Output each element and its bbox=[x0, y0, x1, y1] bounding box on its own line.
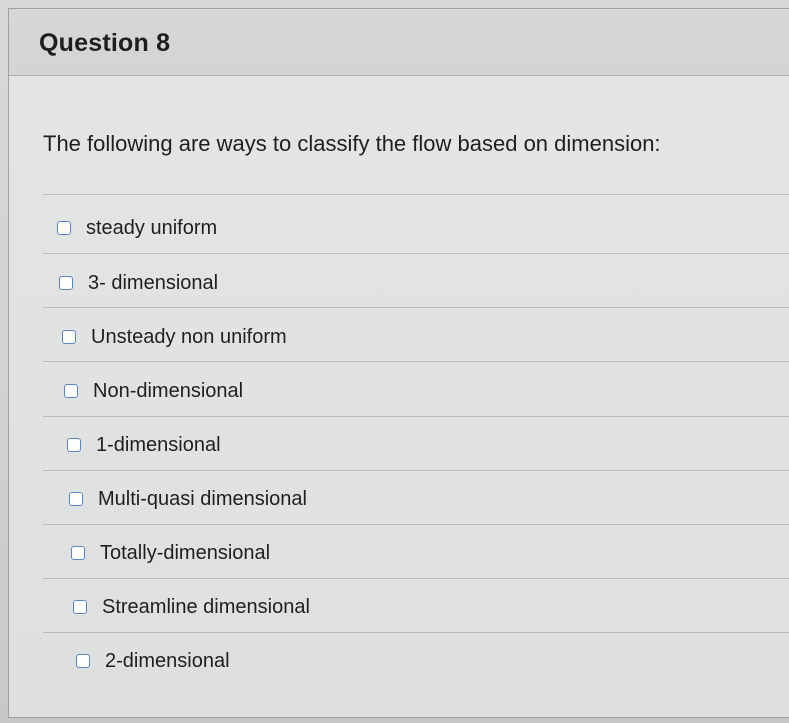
answer-option-1-dimensional[interactable]: 1-dimensional bbox=[67, 430, 221, 460]
answer-label: 1-dimensional bbox=[96, 433, 221, 456]
option-divider bbox=[43, 307, 789, 308]
answer-label: Multi-quasi dimensional bbox=[98, 487, 307, 510]
question-card: Question 8 The following are ways to cla… bbox=[8, 8, 789, 718]
answer-label: steady uniform bbox=[86, 216, 218, 239]
checkbox[interactable] bbox=[62, 330, 76, 344]
answer-label: Streamline dimensional bbox=[102, 595, 310, 618]
answer-option-unsteady-non-uniform[interactable]: Unsteady non uniform bbox=[62, 322, 287, 352]
screen: Question 8 The following are ways to cla… bbox=[0, 0, 789, 723]
answer-option-multi-quasi-dimensional[interactable]: Multi-quasi dimensional bbox=[69, 484, 307, 514]
question-body: The following are ways to classify the f… bbox=[9, 76, 789, 716]
answer-label: 2-dimensional bbox=[105, 649, 230, 672]
checkbox[interactable] bbox=[64, 384, 78, 398]
option-divider bbox=[43, 253, 789, 254]
answer-option-steady-uniform[interactable]: steady uniform bbox=[57, 213, 217, 243]
answer-option-2-dimensional[interactable]: 2-dimensional bbox=[76, 646, 230, 676]
option-divider bbox=[43, 578, 789, 579]
answer-option-3-dimensional[interactable]: 3- dimensional bbox=[59, 268, 218, 298]
checkbox[interactable] bbox=[57, 221, 71, 235]
checkbox[interactable] bbox=[59, 276, 73, 290]
answer-option-non-dimensional[interactable]: Non-dimensional bbox=[64, 376, 243, 406]
checkbox[interactable] bbox=[76, 654, 90, 668]
answer-option-streamline-dimensional[interactable]: Streamline dimensional bbox=[73, 592, 310, 622]
answer-option-totally-dimensional[interactable]: Totally-dimensional bbox=[71, 538, 270, 568]
answer-label: Non-dimensional bbox=[93, 379, 244, 402]
option-divider bbox=[43, 524, 789, 525]
question-title: Question 8 bbox=[39, 29, 171, 57]
option-divider bbox=[43, 194, 789, 195]
checkbox[interactable] bbox=[69, 492, 83, 506]
answer-label: Totally-dimensional bbox=[100, 541, 271, 564]
option-divider bbox=[43, 632, 789, 633]
option-divider bbox=[43, 416, 789, 417]
checkbox[interactable] bbox=[73, 600, 87, 614]
option-divider bbox=[43, 470, 789, 471]
checkbox[interactable] bbox=[71, 546, 85, 560]
answer-label: 3- dimensional bbox=[88, 271, 219, 294]
answer-list: steady uniform 3- dimensional Unsteady n… bbox=[9, 76, 789, 716]
option-divider bbox=[43, 361, 789, 362]
question-header: Question 8 bbox=[9, 9, 789, 76]
checkbox[interactable] bbox=[67, 438, 81, 452]
answer-label: Unsteady non uniform bbox=[91, 325, 287, 348]
